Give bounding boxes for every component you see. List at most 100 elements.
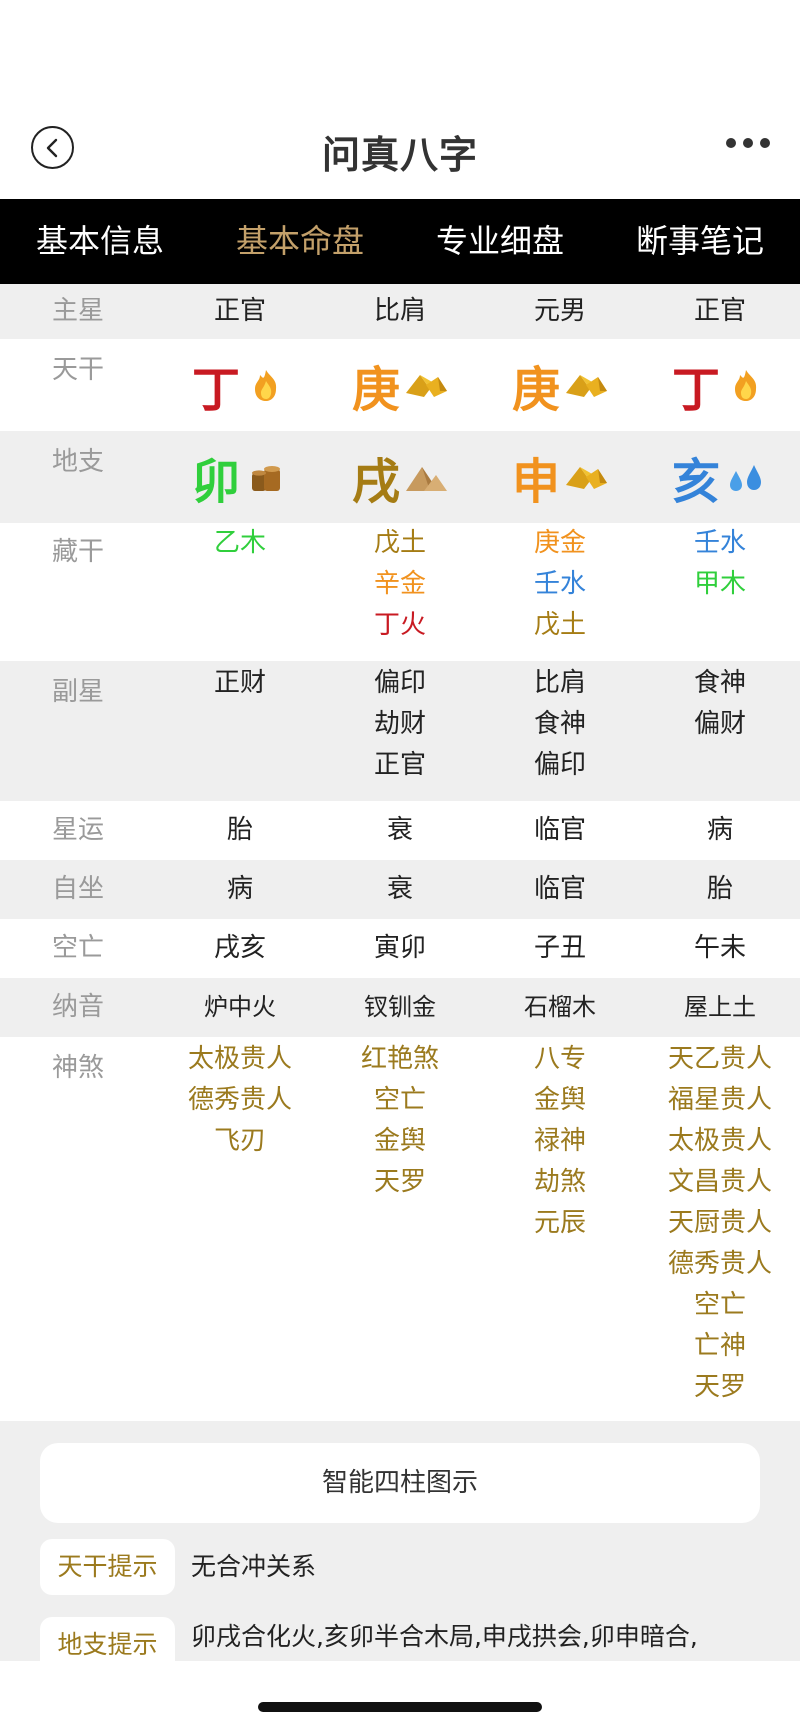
main-star-cell: 元男	[533, 296, 586, 326]
fuxing-item: 劫财	[373, 709, 426, 739]
shensha-item: 太极贵人	[667, 1126, 772, 1156]
nayin-cell: 屋上土	[684, 993, 756, 1021]
row-label: 神煞	[52, 1053, 105, 1083]
row-label: 空亡	[52, 933, 105, 963]
row-label: 纳音	[52, 992, 105, 1022]
shensha-item: 天乙贵人	[667, 1044, 772, 1074]
zizuo-cell: 病	[226, 874, 253, 904]
fuxing-item: 正官	[373, 750, 426, 780]
row-label: 地支	[52, 447, 105, 477]
shensha-item: 天罗	[693, 1372, 746, 1402]
zizuo-cell: 胎	[706, 874, 733, 904]
row-canggan: 藏干 乙木 戊土 辛金 丁火 庚金 壬水 戊土 壬水 甲木	[0, 523, 800, 661]
tiangan-cell: 丁	[640, 339, 800, 431]
kongwang-cell: 子丑	[533, 933, 586, 963]
row-label: 自坐	[52, 874, 105, 904]
more-dot-icon	[760, 138, 770, 148]
row-label: 天干	[52, 355, 105, 385]
main-star-cell: 比肩	[373, 296, 426, 326]
more-dot-icon	[726, 138, 736, 148]
dizhi-cell: 申	[480, 431, 640, 523]
row-label: 副星	[52, 677, 105, 707]
shensha-item: 福星贵人	[667, 1085, 772, 1115]
row-xingyun: 星运 胎 衰 临官 病	[0, 801, 800, 860]
page-title: 问真八字	[321, 133, 478, 177]
hint-tag[interactable]: 天干提示	[40, 1539, 175, 1595]
fire-icon	[735, 370, 757, 401]
more-dot-icon	[743, 138, 753, 148]
dizhi-char: 亥	[671, 454, 720, 510]
row-main-star: 主星 正官 比肩 元男 正官	[0, 284, 800, 339]
bottom-panel: 智能四柱图示 天干提示 无合冲关系 地支提示 卯戌合化火,亥卯半合木局,申戌拱会…	[0, 1421, 800, 1661]
tiangan-char: 丁	[671, 362, 720, 418]
tab-pro-chart[interactable]: 专业细盘	[400, 199, 600, 284]
row-label: 主星	[52, 296, 105, 326]
tiangan-cell: 庚	[480, 339, 640, 431]
shensha-item: 元辰	[533, 1208, 586, 1238]
dizhi-char: 卯	[191, 454, 240, 510]
nav-bar: 问真八字	[0, 118, 800, 198]
row-label: 藏干	[52, 537, 105, 567]
canggan-item: 戊土	[373, 528, 426, 558]
fuxing-item: 食神	[693, 668, 746, 698]
metal-icon	[566, 467, 607, 489]
fire-icon	[255, 370, 277, 401]
row-label: 星运	[52, 815, 105, 845]
dizhi-cell: 戌	[320, 431, 480, 523]
zizuo-cell: 衰	[386, 874, 413, 904]
canggan-item: 庚金	[533, 528, 586, 558]
shensha-item: 空亡	[693, 1290, 746, 1320]
shensha-item: 空亡	[373, 1085, 426, 1115]
row-tiangan: 天干 丁 庚 庚 丁	[0, 339, 800, 431]
xingyun-cell: 衰	[386, 815, 413, 845]
tiangan-char: 庚	[511, 362, 560, 418]
hint-tag[interactable]: 地支提示	[40, 1617, 175, 1661]
hint-text: 无合冲关系	[191, 1552, 317, 1581]
zizuo-cell: 临官	[533, 874, 586, 904]
row-shensha: 神煞 太极贵人 德秀贵人 飞刃 红艳煞 空亡 金舆 天罗 八专 金舆 禄神 劫煞…	[0, 1037, 800, 1421]
tab-basic-info[interactable]: 基本信息	[0, 199, 200, 284]
shensha-item: 德秀贵人	[667, 1249, 772, 1279]
kongwang-cell: 寅卯	[373, 933, 426, 963]
canggan-item: 壬水	[533, 569, 586, 599]
wood-icon	[252, 466, 280, 491]
shensha-item: 金舆	[533, 1085, 586, 1115]
nayin-cell: 石榴木	[524, 993, 596, 1021]
tiangan-cell: 庚	[320, 339, 480, 431]
fuxing-item: 偏印	[373, 668, 426, 698]
row-dizhi: 地支 卯 戌 申 亥	[0, 431, 800, 523]
fuxing-item: 比肩	[533, 668, 586, 698]
tiangan-hint: 天干提示 无合冲关系	[40, 1539, 711, 1595]
kongwang-cell: 午未	[693, 933, 746, 963]
shensha-item: 太极贵人	[187, 1044, 292, 1074]
metal-icon	[566, 375, 607, 397]
fuxing-item: 偏财	[693, 709, 746, 739]
xingyun-cell: 胎	[226, 815, 253, 845]
shensha-item: 亡神	[693, 1331, 746, 1361]
metal-icon	[406, 375, 447, 397]
shensha-item: 文昌贵人	[667, 1167, 772, 1197]
shensha-item: 金舆	[373, 1126, 426, 1156]
dizhi-cell: 卯	[160, 431, 320, 523]
main-star-cell: 正官	[213, 296, 266, 326]
tiangan-char: 丁	[191, 362, 240, 418]
tab-notes[interactable]: 断事笔记	[600, 199, 800, 284]
smart-pillars-button[interactable]: 智能四柱图示	[40, 1443, 760, 1523]
more-button[interactable]	[726, 138, 770, 148]
shensha-item: 天厨贵人	[667, 1208, 772, 1238]
shensha-item: 劫煞	[533, 1167, 586, 1197]
fuxing-item: 偏印	[533, 750, 586, 780]
row-zizuo: 自坐 病 衰 临官 胎	[0, 860, 800, 919]
canggan-item: 戊土	[533, 610, 586, 640]
fuxing-item: 正财	[213, 668, 266, 698]
hint-text: 卯戌合化火,亥卯半合木局,申戌拱会,卯申暗合,申亥相害	[191, 1622, 698, 1651]
row-kongwang: 空亡 戌亥 寅卯 子丑 午未	[0, 919, 800, 978]
shensha-item: 八专	[533, 1044, 586, 1074]
tab-basic-chart[interactable]: 基本命盘	[200, 199, 400, 284]
dizhi-char: 戌	[351, 454, 400, 510]
shensha-item: 飞刃	[213, 1126, 266, 1156]
shensha-item: 德秀贵人	[187, 1085, 292, 1115]
tab-bar: 基本信息 基本命盘 专业细盘 断事笔记	[0, 199, 800, 284]
canggan-item: 壬水	[693, 528, 746, 558]
home-indicator	[258, 1702, 542, 1712]
